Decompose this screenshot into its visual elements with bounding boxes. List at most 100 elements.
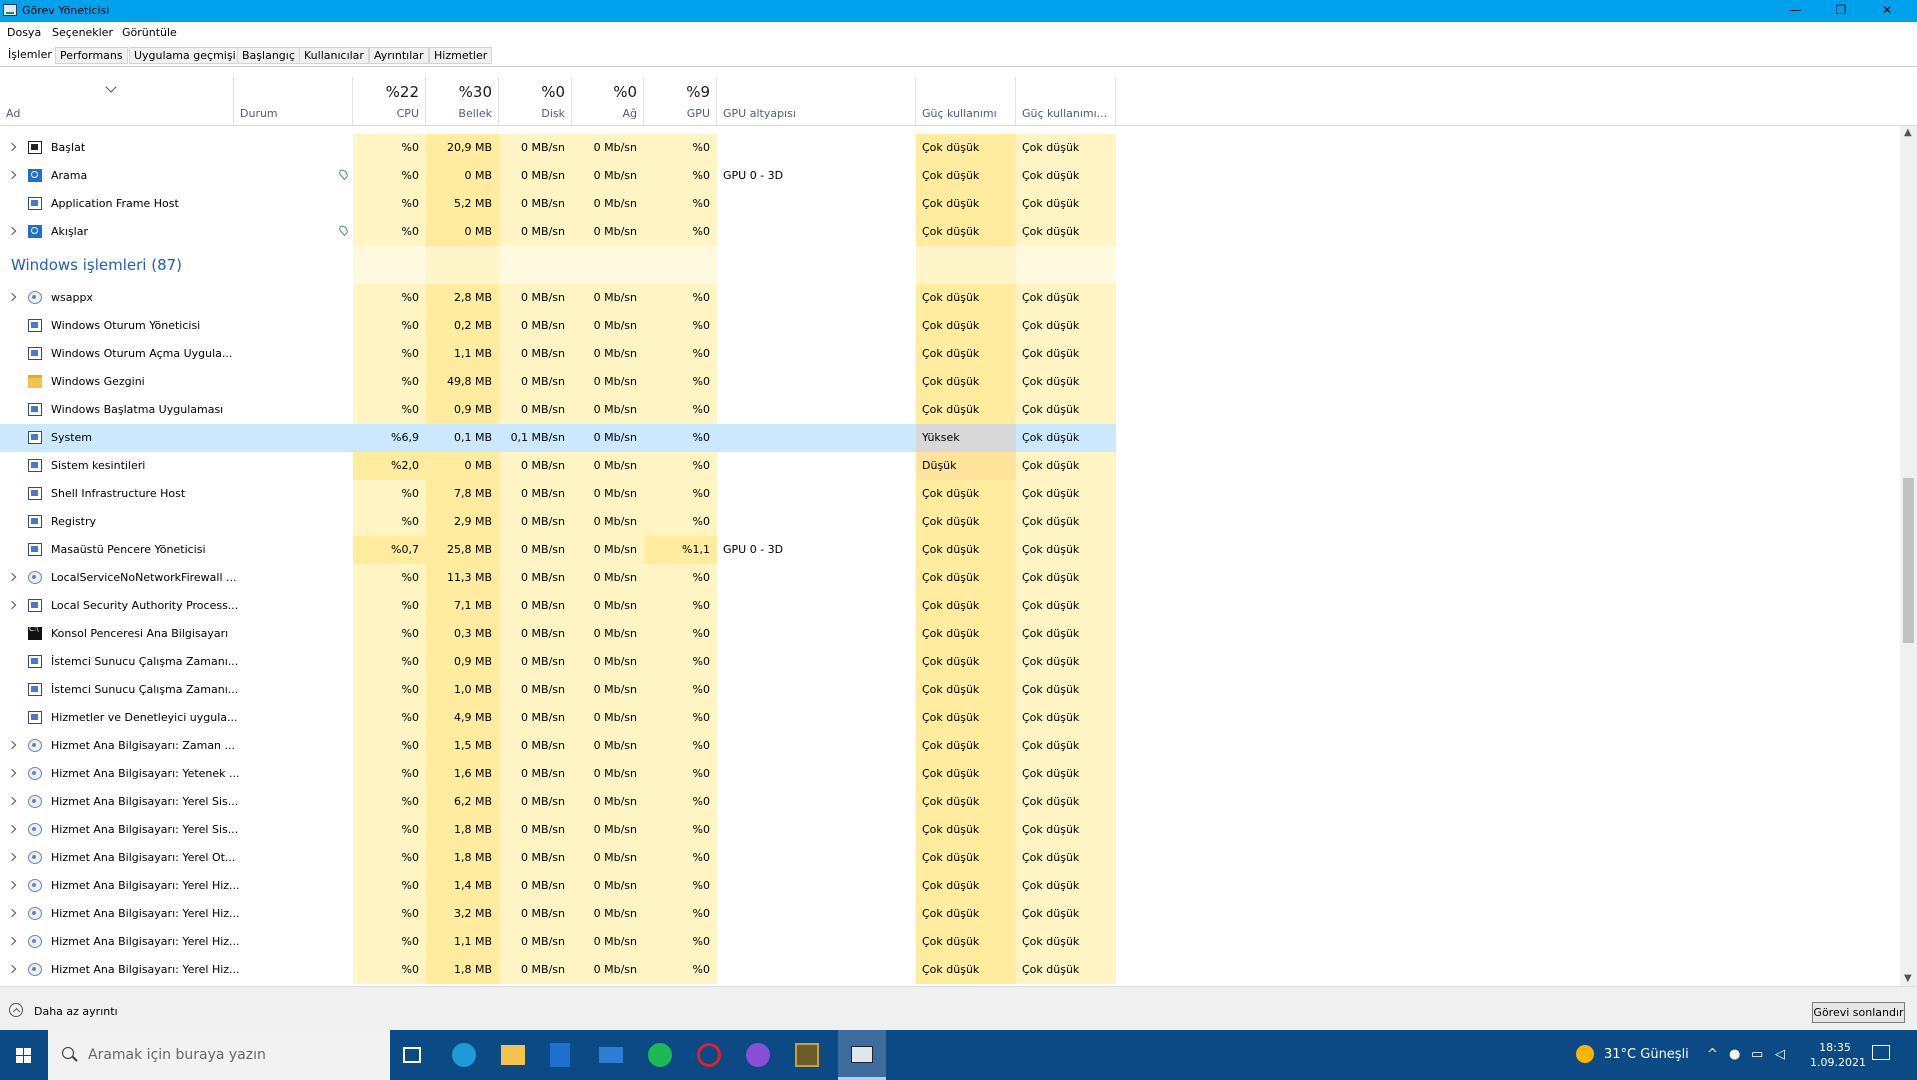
process-row[interactable]: Hizmetler ve Denetleyici uygula... %0 4,9 …	[0, 704, 1116, 732]
process-row[interactable]: Akışlar %0 0 MB 0 MB/sn 0 Mb/sn %0 Çok düşük Ço…	[0, 218, 1116, 246]
process-row[interactable]: Hizmet Ana Bilgisayarı: Yerel Ot... %0 1,8…	[0, 844, 1116, 872]
network-icon[interactable]: ▭	[1751, 1047, 1763, 1062]
process-row[interactable]: Hizmet Ana Bilgisayarı: Yerel Sis... %0 1,…	[0, 816, 1116, 844]
collapse-up-icon[interactable]	[9, 1003, 23, 1017]
scroll-up-icon[interactable]: ▲	[1904, 128, 1912, 138]
group-header-row[interactable]: Windows işlemleri (87)	[0, 246, 1116, 284]
file-explorer-icon[interactable]	[501, 1045, 525, 1065]
column-gpu-engine[interactable]: GPU altyapısı	[717, 77, 916, 125]
weather-text[interactable]: 31°C Güneşli	[1604, 1047, 1689, 1062]
task-view-icon[interactable]	[403, 1047, 421, 1063]
expand-chevron-icon[interactable]	[7, 824, 17, 834]
tab-processes[interactable]: İşlemler	[3, 46, 57, 63]
expand-chevron-icon[interactable]	[7, 908, 17, 918]
game-launcher-icon[interactable]	[795, 1043, 819, 1067]
weather-sun-icon[interactable]	[1576, 1045, 1594, 1063]
process-row[interactable]: Local Security Authority Process... %0 7,1…	[0, 592, 1116, 620]
process-row[interactable]: İstemci Sunucu Çalışma Zamanı... %0 1,0 MB…	[0, 676, 1116, 704]
process-row[interactable]: Hizmet Ana Bilgisayarı: Yerel Hiz... %0 1,…	[0, 956, 1116, 984]
process-row[interactable]: Sistem kesintileri %2,0 0 MB 0 MB/sn 0 Mb/sn…	[0, 452, 1116, 480]
cell-disk: 0 MB/sn	[499, 218, 572, 246]
close-button[interactable]: ✕	[1864, 0, 1910, 22]
taskbar-search[interactable]: Aramak için buraya yazın	[48, 1030, 390, 1080]
expand-chevron-icon[interactable]	[7, 880, 17, 890]
menu-view[interactable]: Görüntüle	[122, 26, 177, 39]
column-cpu[interactable]: %22 CPU	[353, 77, 426, 125]
scroll-down-icon[interactable]: ▼	[1904, 974, 1912, 984]
expand-chevron-icon[interactable]	[7, 964, 17, 974]
expand-chevron-icon[interactable]	[7, 600, 17, 610]
process-row[interactable]: wsappx %0 2,8 MB 0 MB/sn 0 Mb/sn %0 Çok düşük Ç…	[0, 284, 1116, 312]
maximize-button[interactable]: ❐	[1818, 0, 1864, 22]
cell-power-trend: Çok düşük	[1016, 452, 1116, 480]
scroll-thumb[interactable]	[1903, 478, 1914, 643]
vertical-scrollbar[interactable]: ▲ ▼	[1900, 126, 1917, 986]
expand-chevron-icon[interactable]	[7, 936, 17, 946]
column-network[interactable]: %0 Ağ	[572, 77, 644, 125]
process-row[interactable]: Hizmet Ana Bilgisayarı: Yerel Hiz... %0 1,…	[0, 928, 1116, 956]
expand-chevron-icon[interactable]	[7, 796, 17, 806]
volume-icon[interactable]: ◁	[1775, 1047, 1785, 1062]
expand-chevron-icon[interactable]	[7, 852, 17, 862]
tab-users[interactable]: Kullanıcılar	[299, 47, 369, 64]
expand-chevron-icon[interactable]	[7, 142, 17, 152]
expand-chevron-icon[interactable]	[7, 572, 17, 582]
column-name[interactable]: Ad	[0, 77, 234, 125]
process-row[interactable]: Windows Oturum Açma Uygula... %0 1,1 MB 0 M…	[0, 340, 1116, 368]
process-row[interactable]: Hizmet Ana Bilgisayarı: Zaman ... %0 1,5 M…	[0, 732, 1116, 760]
store-icon[interactable]	[550, 1043, 570, 1067]
spotify-icon[interactable]	[648, 1043, 672, 1067]
tab-performance[interactable]: Performans	[55, 47, 128, 64]
process-row[interactable]: Masaüstü Pencere Yöneticisi %0,7 25,8 MB 0 …	[0, 536, 1116, 564]
cell-gpu: %0	[644, 134, 717, 162]
group-spacer-cell	[353, 246, 426, 284]
process-row[interactable]: İstemci Sunucu Çalışma Zamanı... %0 0,9 MB…	[0, 648, 1116, 676]
column-power-trend[interactable]: Güç kullanımı...	[1016, 77, 1116, 125]
process-row[interactable]: Windows Oturum Yöneticisi %0 0,2 MB 0 MB/sn…	[0, 312, 1116, 340]
process-row[interactable]: Hizmet Ana Bilgisayarı: Yetenek ... %0 1,6…	[0, 760, 1116, 788]
expand-chevron-icon[interactable]	[7, 292, 17, 302]
process-row[interactable]: Shell Infrastructure Host %0 7,8 MB 0 MB/sn…	[0, 480, 1116, 508]
fewer-details-link[interactable]: Daha az ayrıntı	[34, 1005, 118, 1018]
mail-icon[interactable]	[599, 1047, 623, 1063]
tab-startup[interactable]: Başlangıç	[237, 47, 300, 64]
expand-chevron-icon[interactable]	[7, 740, 17, 750]
column-disk[interactable]: %0 Disk	[499, 77, 572, 125]
minimize-button[interactable]: —	[1772, 0, 1818, 22]
expand-chevron-icon[interactable]	[7, 768, 17, 778]
process-row[interactable]: System %6,9 0,1 MB 0,1 MB/sn 0 Mb/sn %0 Yüksek…	[0, 424, 1116, 452]
end-task-button[interactable]: Görevi sonlandır	[1812, 1002, 1905, 1023]
process-row[interactable]: Registry %0 2,9 MB 0 MB/sn 0 Mb/sn %0 Çok düşü…	[0, 508, 1116, 536]
notification-center-icon[interactable]	[1872, 1045, 1890, 1060]
process-row[interactable]: Hizmet Ana Bilgisayarı: Yerel Hiz... %0 1,…	[0, 872, 1116, 900]
column-memory[interactable]: %30 Bellek	[426, 77, 499, 125]
tab-app-history[interactable]: Uygulama geçmişi	[129, 47, 241, 64]
tab-services[interactable]: Hizmetler	[429, 47, 493, 64]
menu-options[interactable]: Seçenekler	[52, 26, 113, 39]
process-row[interactable]: Windows Başlatma Uygulaması %0 0,9 MB 0 MB/…	[0, 396, 1116, 424]
start-button[interactable]	[0, 1030, 46, 1080]
process-row[interactable]: Hizmet Ana Bilgisayarı: Yerel Hiz... %0 3,…	[0, 900, 1116, 928]
menu-file[interactable]: Dosya	[7, 26, 41, 39]
expand-chevron-icon[interactable]	[7, 226, 17, 236]
process-row[interactable]: Başlat %0 20,9 MB 0 MB/sn 0 Mb/sn %0 Çok düşük…	[0, 134, 1116, 162]
column-gpu[interactable]: %9 GPU	[644, 77, 717, 125]
microphone-icon[interactable]: ●	[1729, 1047, 1740, 1062]
messenger-icon[interactable]	[746, 1043, 770, 1067]
clock[interactable]: 18:35 1.09.2021	[1810, 1040, 1866, 1070]
process-row[interactable]: Konsol Penceresi Ana Bilgisayarı%00,3 MB…	[0, 620, 1116, 648]
process-row[interactable]: LocalServiceNoNetworkFirewall ... %0 11,3 …	[0, 564, 1116, 592]
process-row[interactable]: Hizmet Ana Bilgisayarı: Yerel Sis... %0 6,…	[0, 788, 1116, 816]
column-status[interactable]: Durum	[234, 77, 353, 125]
edge-browser-icon[interactable]	[452, 1043, 476, 1067]
process-list[interactable]: Başlat %0 20,9 MB 0 MB/sn 0 Mb/sn %0 Çok düşük…	[0, 126, 1900, 986]
process-row[interactable]: Arama %0 0 MB 0 MB/sn 0 Mb/sn %0 GPU 0 - 3D Çok…	[0, 162, 1116, 190]
task-manager-taskbar-button[interactable]	[838, 1030, 886, 1080]
show-hidden-icons-icon[interactable]: ^	[1707, 1047, 1718, 1062]
expand-chevron-icon[interactable]	[7, 170, 17, 180]
process-row[interactable]: Windows Gezgini %0 49,8 MB 0 MB/sn 0 Mb/sn %0…	[0, 368, 1116, 396]
column-power-usage[interactable]: Güç kullanımı	[916, 77, 1016, 125]
tab-details[interactable]: Ayrıntılar	[369, 47, 429, 64]
opera-icon[interactable]	[697, 1043, 721, 1067]
process-row[interactable]: Application Frame Host %0 5,2 MB 0 MB/sn 0 M…	[0, 190, 1116, 218]
